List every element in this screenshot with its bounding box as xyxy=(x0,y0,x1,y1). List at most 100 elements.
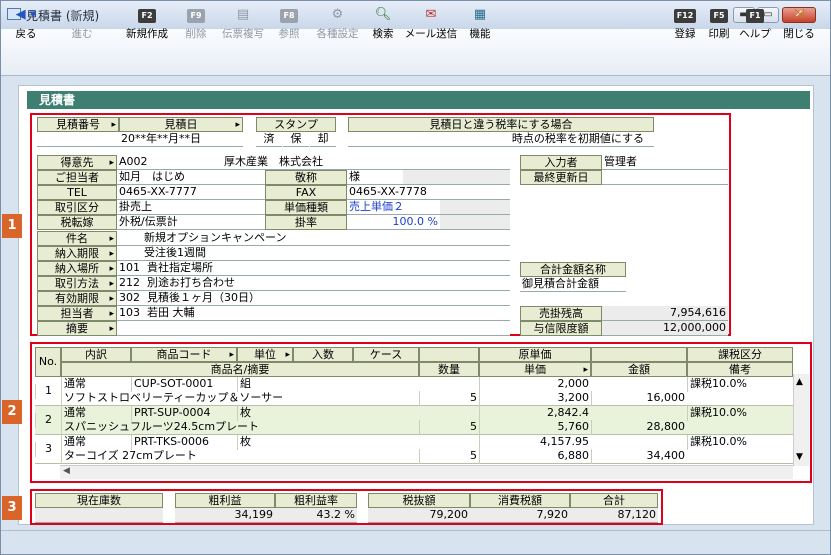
staff-code-field[interactable]: 103 xyxy=(117,306,145,321)
row-code[interactable]: PRT-SUP-0004 xyxy=(131,406,237,421)
memo-code-field[interactable] xyxy=(117,321,145,336)
row-tax[interactable]: 課税10.0% xyxy=(687,406,793,421)
tel-field[interactable]: 0465-XX-7777 xyxy=(117,185,265,200)
scroll-down-icon[interactable]: ▼ xyxy=(796,452,803,462)
client-name-field[interactable]: 厚木産業 株式会社 xyxy=(222,155,510,170)
function-button[interactable]: ▦ 機能 xyxy=(464,4,496,44)
horizontal-scrollbar[interactable] xyxy=(60,465,793,479)
valid-field[interactable]: 見積後１ヶ月（30日） xyxy=(145,291,510,306)
row-kind[interactable]: 通常 xyxy=(61,435,131,450)
row-code[interactable]: PRT-TKS-0006 xyxy=(131,435,237,450)
method-field[interactable]: 別途お打ち合わせ xyxy=(145,276,510,291)
staff-field[interactable]: 若田 大輔 xyxy=(145,306,510,321)
badge-1: 1 xyxy=(2,214,22,238)
row-price[interactable]: 3,200 xyxy=(479,391,591,406)
fax-label: FAX xyxy=(265,185,347,200)
valid-label[interactable]: 有効期限 xyxy=(37,291,117,306)
method-code-field[interactable]: 212 xyxy=(117,276,145,291)
close-button[interactable]: ⇲ 閉じる xyxy=(780,4,818,44)
search-button[interactable]: 🔍︎ 検索 xyxy=(368,4,398,44)
price-type-select[interactable]: 売上単価２ xyxy=(347,200,440,215)
row-qty[interactable]: 5 xyxy=(419,449,479,464)
stamp-reject-button[interactable]: 却 xyxy=(310,132,336,147)
staff-label[interactable]: 担当者 xyxy=(37,306,117,321)
fax-field[interactable]: 0465-XX-7778 xyxy=(347,185,510,200)
row-name[interactable]: ターコイズ 27cmプレート xyxy=(61,449,419,464)
subject-field[interactable]: 新規オプションキャンペーン xyxy=(117,231,510,246)
row-tax[interactable]: 課税10.0% xyxy=(687,377,793,392)
row-name[interactable]: ソフトストロベリーティーカップ＆ソーサー xyxy=(61,391,419,406)
row-cost[interactable]: 2,842.4 xyxy=(479,406,591,421)
row-cost[interactable]: 2,000 xyxy=(479,377,591,392)
back-button[interactable]: ◀ ▾ 戻る xyxy=(6,4,46,44)
delete-button[interactable]: F9 削除 xyxy=(181,4,211,44)
row-price[interactable]: 6,880 xyxy=(479,449,591,464)
col-cost: 原単価 xyxy=(479,347,591,362)
reference-button[interactable]: F8 参照 xyxy=(274,4,304,44)
place-label[interactable]: 納入場所 xyxy=(37,261,117,276)
memo-field[interactable] xyxy=(145,321,510,336)
estimate-no-field[interactable] xyxy=(37,132,119,147)
tax-label: 消費税額 xyxy=(470,493,570,508)
tax-mode-select[interactable]: 外税/伝票計 xyxy=(117,215,265,230)
row-unit[interactable]: 枚 xyxy=(237,406,293,421)
mail-send-button[interactable]: ✉ メール送信 xyxy=(402,4,460,44)
search-icon: 🔍︎ xyxy=(374,7,392,22)
trade-type-select[interactable]: 掛売上 xyxy=(117,200,265,215)
f5-key-icon: F5 xyxy=(710,9,728,23)
honorific-field[interactable]: 様 xyxy=(347,170,403,185)
row-kind[interactable]: 通常 xyxy=(61,377,131,392)
col-unit[interactable]: 単位 xyxy=(237,347,293,362)
estimate-date-label[interactable]: 見積日 xyxy=(119,117,243,132)
print-button[interactable]: F5 印刷 xyxy=(704,4,734,44)
row-qty[interactable]: 5 xyxy=(419,391,479,406)
delivery-field[interactable]: 受注後1週間 xyxy=(117,246,510,261)
row-no[interactable]: 1 xyxy=(35,384,61,399)
method-label[interactable]: 取引方法 xyxy=(37,276,117,291)
row-price[interactable]: 5,760 xyxy=(479,420,591,435)
row-amount[interactable]: 28,800 xyxy=(591,420,687,435)
row-code[interactable]: CUP-SOT-0001 xyxy=(131,377,237,392)
scroll-left-icon[interactable]: ◀ xyxy=(63,466,70,476)
settings-button[interactable]: ⚙ 各種設定 xyxy=(310,4,365,44)
col-code[interactable]: 商品コード xyxy=(131,347,237,362)
delivery-label[interactable]: 納入期限 xyxy=(37,246,117,261)
row-unit[interactable]: 組 xyxy=(237,377,293,392)
pretax-label: 税抜額 xyxy=(368,493,470,508)
scroll-up-icon[interactable]: ▲ xyxy=(796,377,803,387)
badge-3: 3 xyxy=(2,496,22,520)
help-button[interactable]: F1 ヘルプ xyxy=(738,4,772,44)
valid-code-field[interactable]: 302 xyxy=(117,291,145,306)
row-no[interactable]: 2 xyxy=(35,413,61,428)
rate-field[interactable]: 100.0 % xyxy=(347,215,440,230)
row-no[interactable]: 3 xyxy=(35,442,61,457)
register-button[interactable]: F12 登録 xyxy=(670,4,700,44)
place-code-field[interactable]: 101 xyxy=(117,261,145,276)
entry-user-field: 管理者 xyxy=(602,155,728,170)
client-label[interactable]: 得意先 xyxy=(37,155,117,170)
stamp-hold-button[interactable]: 保 xyxy=(283,132,309,147)
row-amount[interactable]: 16,000 xyxy=(591,391,687,406)
new-button[interactable]: F2 新規作成 xyxy=(122,4,172,44)
row-cost[interactable]: 4,157.95 xyxy=(479,435,591,450)
place-field[interactable]: 貴社指定場所 xyxy=(145,261,510,276)
forward-button[interactable]: ▶ ▾ 進む xyxy=(62,4,102,44)
stamp-done-button[interactable]: 済 xyxy=(256,132,282,147)
client-code-field[interactable]: A002 xyxy=(117,155,222,170)
row-tax[interactable]: 課税10.0% xyxy=(687,435,793,450)
row-amount[interactable]: 34,400 xyxy=(591,449,687,464)
row-qty[interactable]: 5 xyxy=(419,420,479,435)
row-kind[interactable]: 通常 xyxy=(61,406,131,421)
copy-slip-button[interactable]: ▤ 伝票複写 xyxy=(218,4,268,44)
col-price[interactable]: 単価 xyxy=(479,362,591,377)
estimate-no-label[interactable]: 見積番号 xyxy=(37,117,119,132)
subject-label[interactable]: 件名 xyxy=(37,231,117,246)
row-name[interactable]: スパニッシュフルーツ24.5cmプレート xyxy=(61,420,419,435)
credit-limit-label: 与信限度額 xyxy=(520,321,602,336)
memo-label[interactable]: 摘要 xyxy=(37,321,117,336)
tax-override-select[interactable]: 時点の税率を初期値にする xyxy=(348,132,654,147)
row-unit[interactable]: 枚 xyxy=(237,435,293,450)
total-name-field[interactable]: 御見積合計金額 xyxy=(520,277,626,292)
estimate-date-field[interactable]: 20**年**月**日 xyxy=(119,132,243,147)
contact-field[interactable]: 如月 はじめ xyxy=(117,170,265,185)
